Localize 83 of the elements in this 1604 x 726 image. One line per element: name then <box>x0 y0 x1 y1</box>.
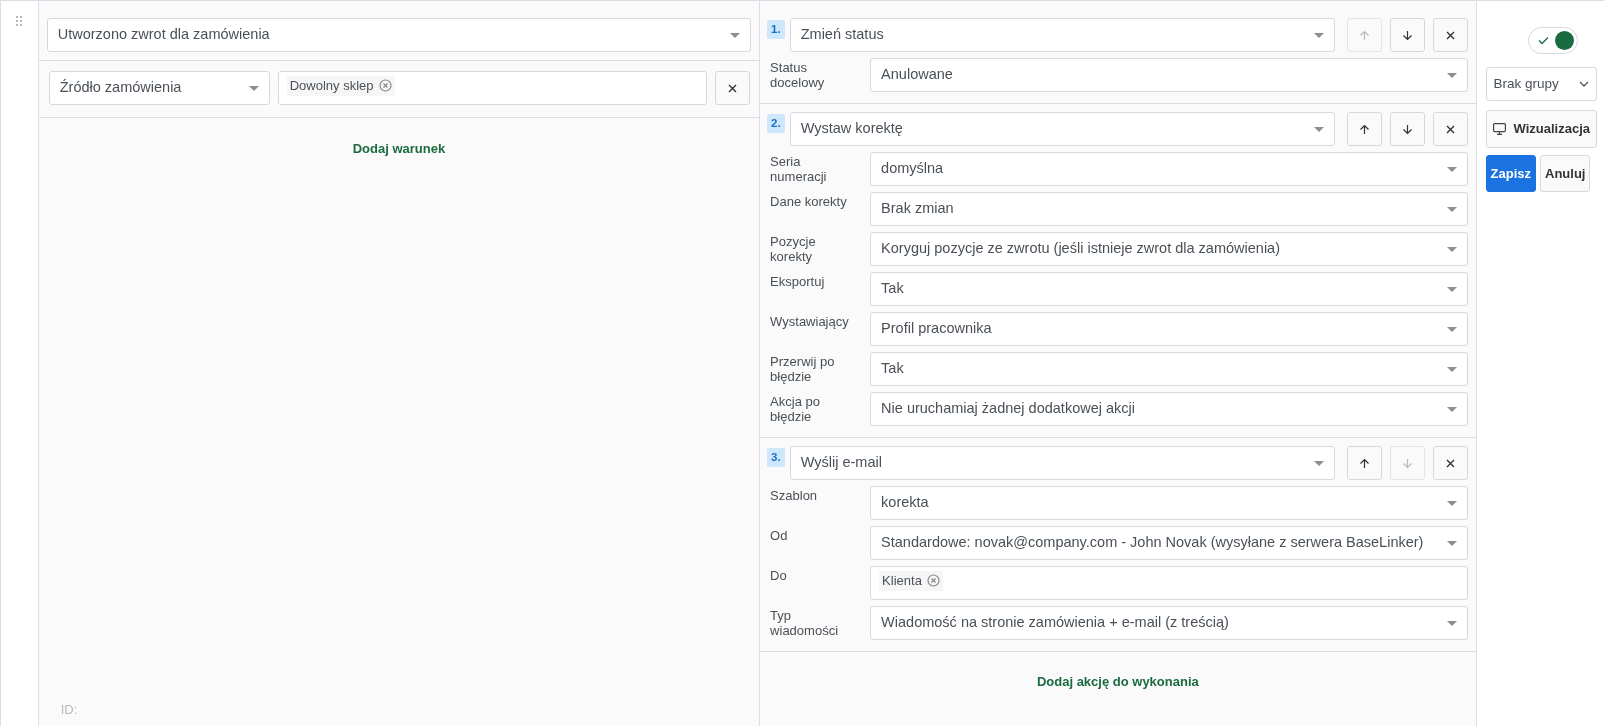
caret-icon <box>1446 206 1457 212</box>
close-icon <box>1444 29 1456 41</box>
tag-field[interactable]: Dowolny sklep <box>277 71 708 105</box>
caret-icon <box>1446 366 1457 372</box>
remove-button[interactable] <box>1432 18 1468 52</box>
caret-icon <box>1446 620 1457 626</box>
tag-field[interactable]: Klienta <box>870 566 1468 600</box>
caret-icon <box>1313 126 1324 132</box>
close-icon <box>1444 457 1456 469</box>
caret-icon <box>730 32 741 38</box>
tag-label: Dowolny sklep <box>289 77 374 95</box>
select-field[interactable]: Brak zmian <box>870 192 1468 226</box>
caret-icon <box>1446 406 1457 412</box>
remove-icon[interactable] <box>378 79 392 93</box>
caret-icon <box>1446 540 1457 546</box>
field-label: Eksportuj <box>770 273 826 289</box>
select-field[interactable]: Koryguj pozycje ze zwrotu (jeśli istnieje zwrot dla zamówienia) <box>870 232 1468 266</box>
select-field[interactable]: Utworzono zwrot dla zamówienia <box>46 18 752 52</box>
tag-label: Klienta <box>882 572 922 590</box>
add-condition-link[interactable]: Dodaj warunek <box>352 141 446 156</box>
arrow-down-icon <box>1401 123 1413 135</box>
select-field[interactable]: Źródło zamówienia <box>48 71 270 105</box>
field-label: Do <box>770 567 788 583</box>
caret-icon <box>248 85 259 91</box>
select-field[interactable]: Nie uruchamiaj żadnej dodatkowej akcji <box>870 392 1468 426</box>
caret-icon <box>1446 72 1457 78</box>
step-number: 3. <box>767 448 785 468</box>
caret-icon <box>1446 286 1457 292</box>
select-field[interactable]: Profil pracownika <box>870 312 1468 346</box>
field-label: Status docelowy <box>770 59 826 90</box>
move-up-button[interactable] <box>1346 446 1382 480</box>
select-field[interactable]: Wyślij e-mail <box>789 446 1335 480</box>
remove-button[interactable] <box>1432 112 1468 146</box>
caret-icon <box>1446 326 1457 332</box>
toggle-switch[interactable] <box>1528 27 1579 54</box>
field-label: Od <box>770 527 789 543</box>
select-field[interactable]: Wiadomość na stronie zamówienia + e-mail (z treścią) <box>870 606 1468 640</box>
step-number: 1. <box>767 20 785 40</box>
select-field[interactable]: korekta <box>870 486 1468 520</box>
move-down-button[interactable] <box>1389 112 1425 146</box>
remove-icon[interactable] <box>926 574 940 588</box>
id-label: ID: <box>60 702 78 717</box>
caret-icon <box>1313 460 1324 466</box>
arrow-up-icon <box>1358 457 1370 469</box>
close-icon <box>727 82 739 94</box>
drag-handle-icon[interactable] <box>15 15 24 27</box>
visualization-button[interactable]: Wizualizacja <box>1485 110 1597 148</box>
save-button[interactable]: Zapisz <box>1485 154 1536 192</box>
remove-button[interactable] <box>1432 446 1468 480</box>
remove-button[interactable] <box>715 71 751 105</box>
field-label: Szablon <box>770 487 819 503</box>
field-label: Przerwij po błędzie <box>770 353 836 384</box>
arrow-down-icon <box>1401 29 1413 41</box>
select-field[interactable]: Anulowane <box>870 58 1468 92</box>
caret-icon <box>1313 32 1324 38</box>
select-field[interactable]: Zmień status <box>789 18 1335 52</box>
select-field[interactable]: domyślna <box>870 152 1468 186</box>
field-label: Dane korekty <box>770 193 848 209</box>
group-select[interactable]: Brak grupy <box>1485 67 1597 101</box>
field-label: Pozycje korekty <box>770 233 817 264</box>
select-field[interactable]: Standardowe: novak@company.com - John Novak (wysyłane z serwera BaseLinker) <box>870 526 1468 560</box>
move-up-button[interactable] <box>1346 112 1382 146</box>
cancel-button[interactable]: Anuluj <box>1540 154 1591 192</box>
arrow-up-icon <box>1358 29 1370 41</box>
close-icon <box>1444 123 1456 135</box>
step-number: 2. <box>767 114 785 134</box>
arrow-up-icon <box>1358 123 1370 135</box>
check-icon <box>1538 36 1550 45</box>
field-label: Akcja po błędzie <box>770 393 821 424</box>
select-field[interactable]: Tak <box>870 272 1468 306</box>
caret-icon <box>1446 166 1457 172</box>
field-label: Typ wiadomości <box>770 607 840 638</box>
caret-icon <box>1446 246 1457 252</box>
monitor-icon <box>1492 122 1506 135</box>
field-label: Seria numeracji <box>770 153 828 184</box>
arrow-down-icon <box>1401 457 1413 469</box>
field-label: Wystawiający <box>770 313 850 329</box>
select-field[interactable]: Wystaw korektę <box>789 112 1335 146</box>
add-action-link[interactable]: Dodaj akcję do wykonania <box>1036 674 1199 689</box>
chevron-icon <box>1579 81 1589 87</box>
caret-icon <box>1446 500 1457 506</box>
move-down-button[interactable] <box>1389 18 1425 52</box>
select-field[interactable]: Tak <box>870 352 1468 386</box>
